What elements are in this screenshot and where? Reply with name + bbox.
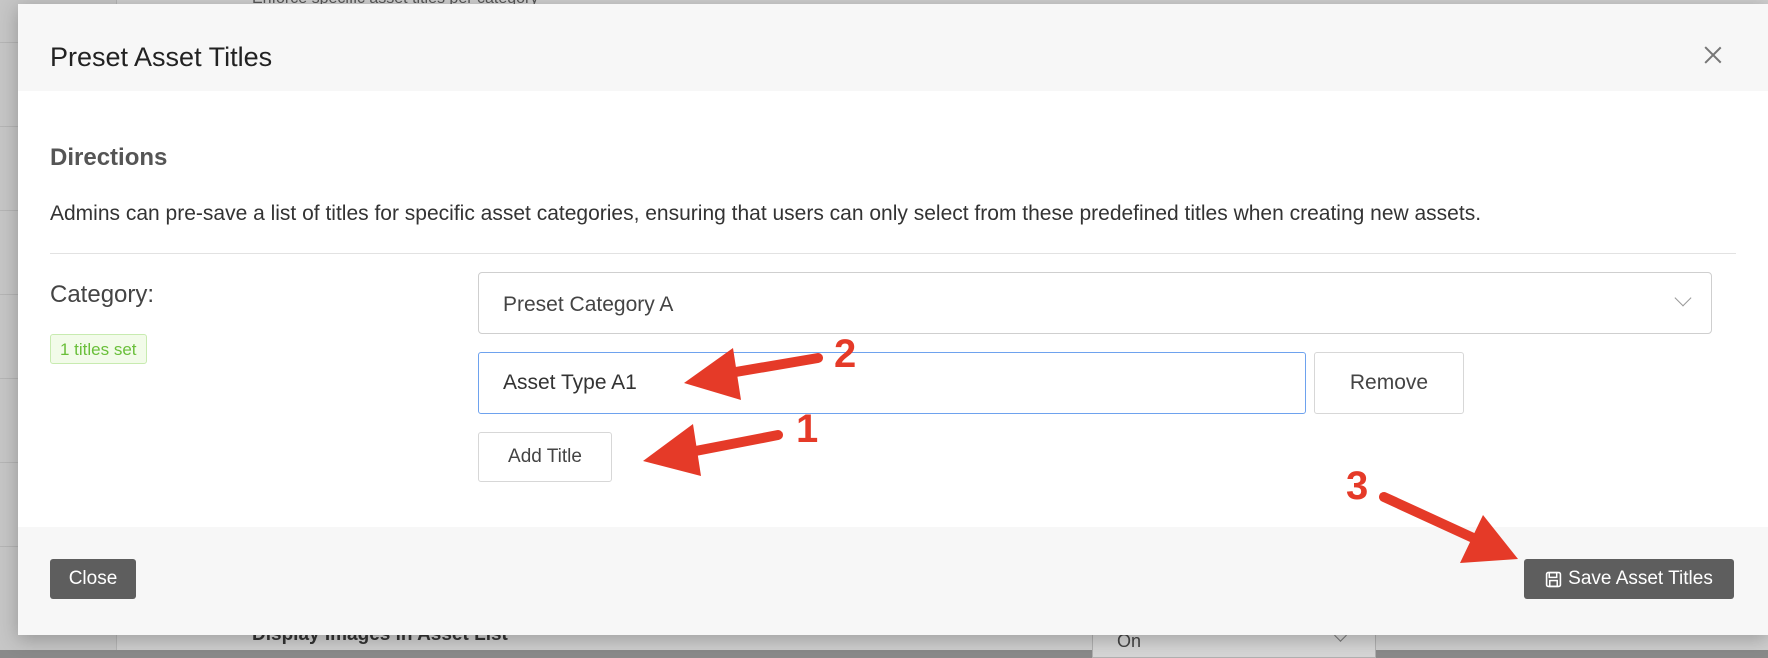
category-select-value: Preset Category A xyxy=(503,293,674,316)
directions-text: Admins can pre-save a list of titles for… xyxy=(50,202,1482,225)
remove-title-button[interactable]: Remove xyxy=(1314,352,1464,414)
annotation-number-3: 3 xyxy=(1346,464,1369,508)
save-asset-titles-button[interactable]: Save Asset Titles xyxy=(1524,559,1734,599)
titles-count-badge: 1 titles set xyxy=(50,334,147,364)
modal-footer: Close Save Asset Titles xyxy=(18,527,1768,635)
modal-title: Preset Asset Titles xyxy=(50,42,273,72)
modal-header: Preset Asset Titles xyxy=(18,4,1768,91)
close-icon[interactable] xyxy=(1702,44,1724,66)
category-select[interactable]: Preset Category A xyxy=(478,272,1712,334)
floppy-disk-icon xyxy=(1545,571,1562,587)
annotation-number-2: 2 xyxy=(834,332,857,376)
directions-heading: Directions xyxy=(50,144,168,171)
close-button[interactable]: Close xyxy=(50,559,136,599)
add-title-button[interactable]: Add Title xyxy=(478,432,612,482)
asset-title-input[interactable] xyxy=(478,352,1306,414)
preset-asset-titles-modal: Preset Asset Titles Directions Admins ca… xyxy=(18,4,1768,635)
annotation-number-1: 1 xyxy=(796,407,819,451)
divider xyxy=(50,253,1736,254)
save-button-label: Save Asset Titles xyxy=(1568,568,1713,589)
chevron-down-icon xyxy=(1674,289,1692,307)
category-label: Category: xyxy=(50,281,155,308)
